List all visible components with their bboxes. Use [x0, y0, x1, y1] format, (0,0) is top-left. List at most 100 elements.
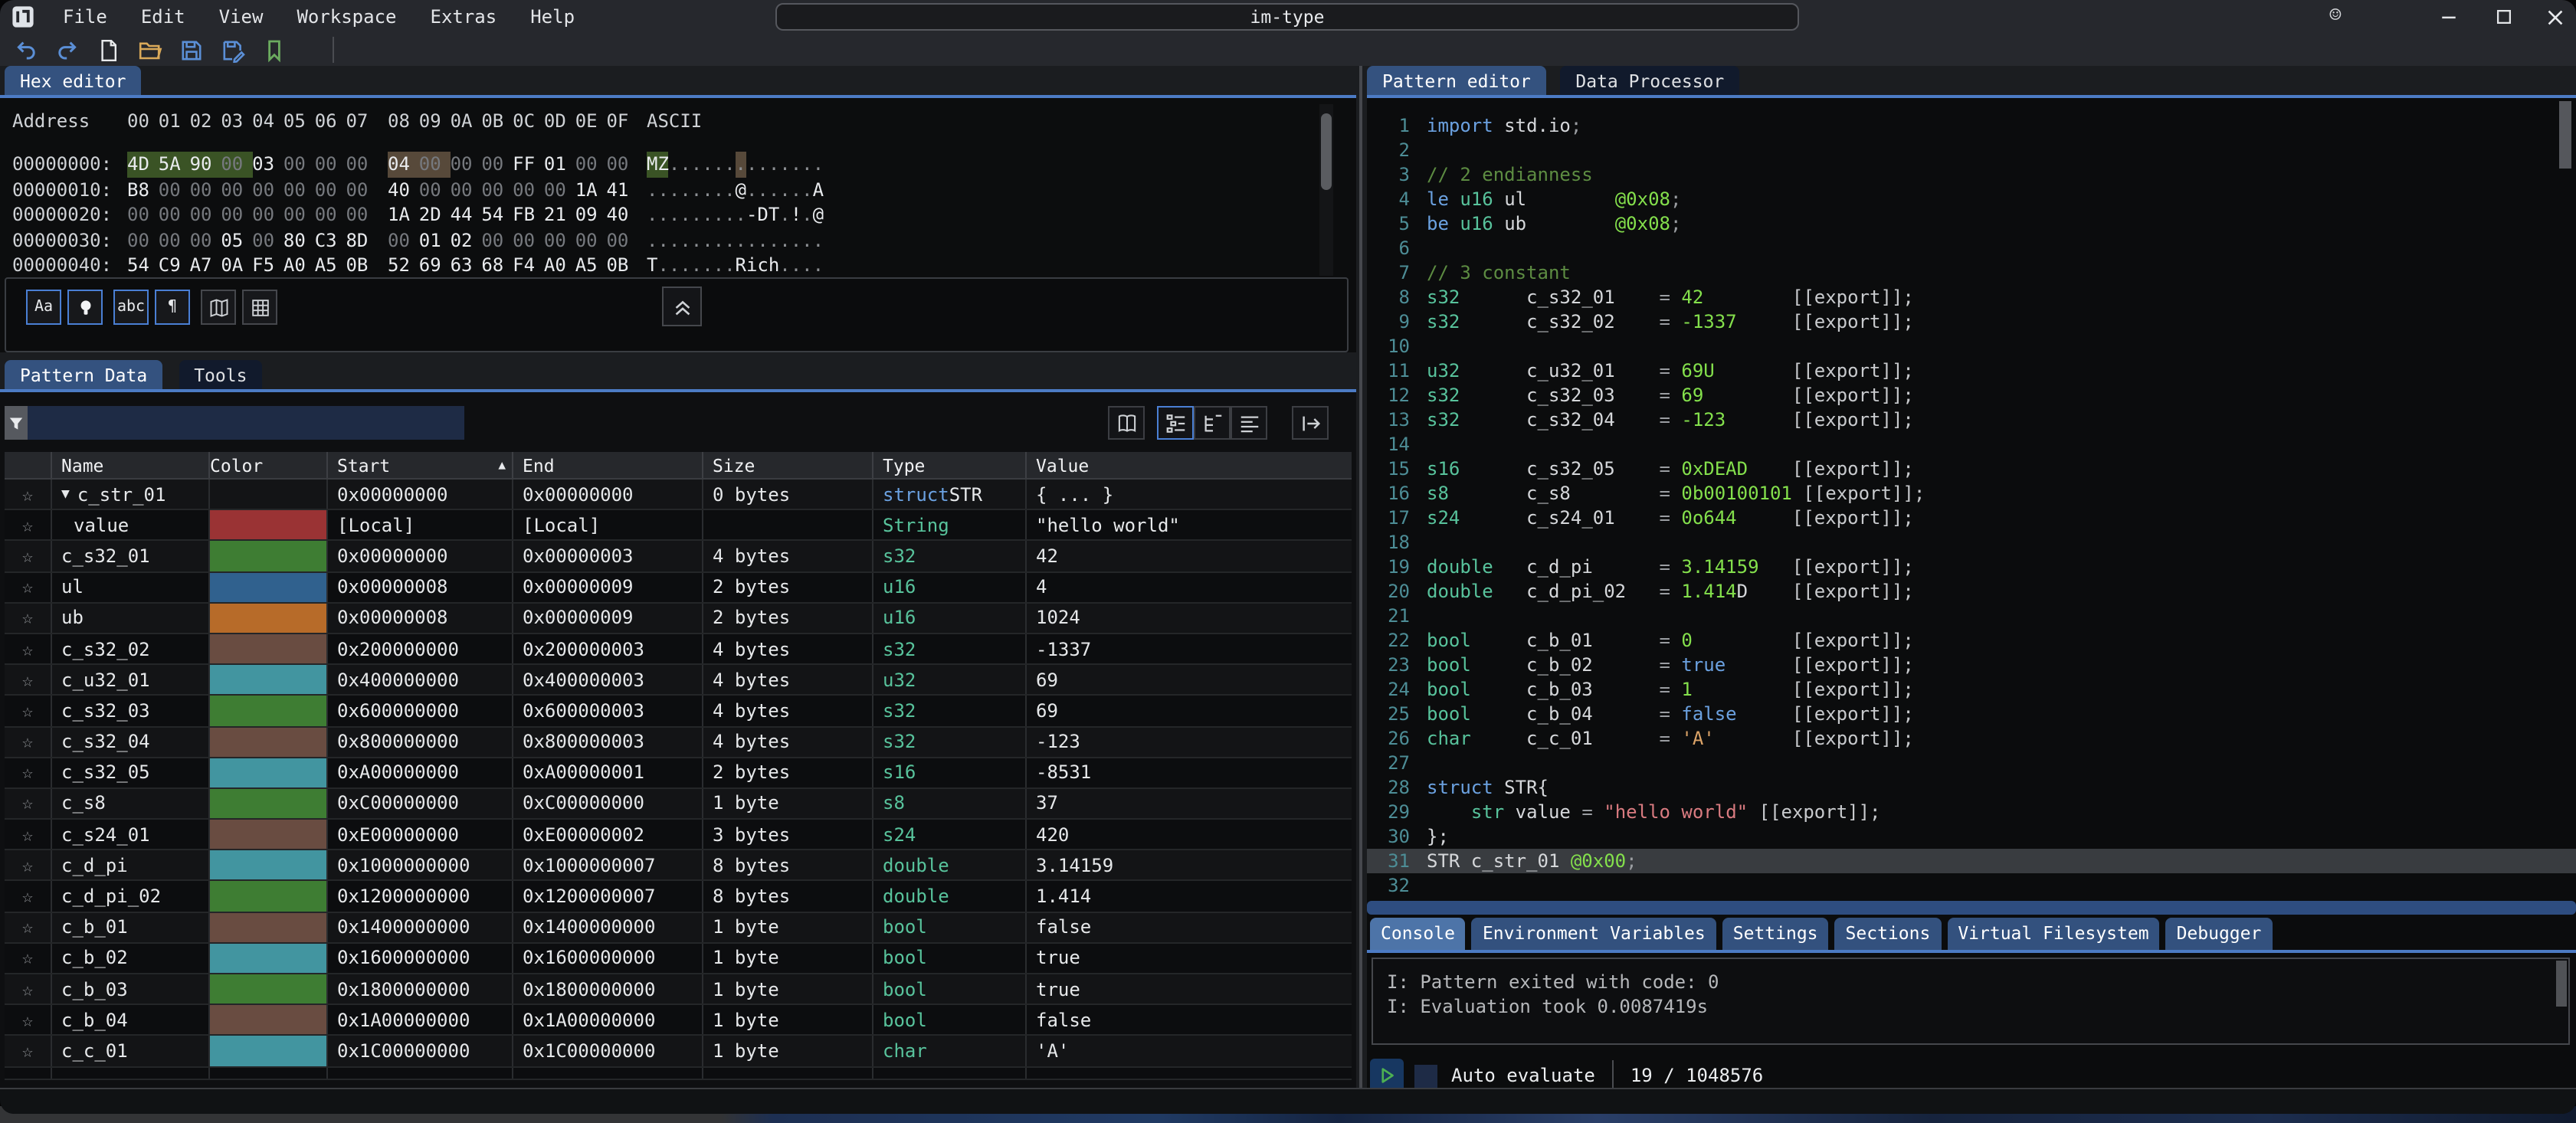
- ascii-char[interactable]: .: [680, 253, 690, 278]
- hex-byte[interactable]: 0B: [346, 253, 377, 278]
- ascii-char[interactable]: .: [702, 202, 713, 228]
- menu-view[interactable]: View: [202, 0, 280, 34]
- ascii-char[interactable]: .: [657, 177, 668, 202]
- table-row-c_s32_05[interactable]: ☆c_s32_050xA000000000xA000000012 bytess1…: [5, 758, 1352, 788]
- hex-byte[interactable]: 00: [315, 177, 346, 202]
- ascii-char[interactable]: .: [779, 228, 790, 253]
- code-line-11[interactable]: 11u32 c_u32_01 = 69U [[export]];: [1367, 359, 2576, 383]
- hex-byte[interactable]: 00: [283, 152, 315, 177]
- ascii-char[interactable]: .: [736, 202, 746, 228]
- hex-byte[interactable]: 63: [451, 253, 482, 278]
- ascii-char[interactable]: .: [647, 228, 657, 253]
- table-row-c_s32_03[interactable]: ☆c_s32_030x6000000000x6000000034 bytess3…: [5, 696, 1352, 727]
- filter-icon[interactable]: [5, 406, 28, 440]
- undo-button[interactable]: [12, 36, 40, 64]
- menu-extras[interactable]: Extras: [414, 0, 514, 34]
- bookmark-button[interactable]: [261, 36, 288, 64]
- code-line-17[interactable]: 17s24 c_s24_01 = 0o644 [[export]];: [1367, 506, 2576, 530]
- header-color[interactable]: Color: [208, 452, 326, 478]
- ascii-char[interactable]: .: [791, 177, 801, 202]
- hex-byte[interactable]: 00: [606, 152, 637, 177]
- table-row-c_d_pi_02[interactable]: ☆c_d_pi_020x12000000000x12000000078 byte…: [5, 882, 1352, 912]
- hex-byte[interactable]: F4: [513, 253, 544, 278]
- favorite-cell[interactable]: ☆: [5, 912, 51, 941]
- ascii-char[interactable]: .: [713, 228, 724, 253]
- ascii-char[interactable]: .: [669, 228, 680, 253]
- hex-byte[interactable]: 00: [252, 177, 283, 202]
- minimize-button[interactable]: [2435, 5, 2463, 29]
- table-row-c_s8[interactable]: ☆c_s80xC000000000xC000000001 bytes837: [5, 789, 1352, 820]
- favorite-cell[interactable]: ☆: [5, 1036, 51, 1066]
- hex-byte[interactable]: 00: [159, 177, 190, 202]
- star-icon[interactable]: ☆: [5, 1040, 51, 1062]
- ascii-char[interactable]: .: [691, 202, 702, 228]
- star-icon[interactable]: ☆: [5, 731, 51, 752]
- code-line-19[interactable]: 19double c_d_pi = 3.14159 [[export]];: [1367, 555, 2576, 579]
- header-name[interactable]: Name: [51, 452, 208, 478]
- code-line-27[interactable]: 27: [1367, 751, 2576, 775]
- code-line-9[interactable]: 9s32 c_s32_02 = -1337 [[export]];: [1367, 309, 2576, 334]
- ascii-char[interactable]: -: [746, 202, 757, 228]
- ascii-char[interactable]: .: [801, 253, 812, 278]
- save-as-button[interactable]: [219, 36, 247, 64]
- code-line-4[interactable]: 4le u16 ul @0x08;: [1367, 187, 2576, 211]
- hex-byte[interactable]: 00: [481, 177, 513, 202]
- table-row-ul[interactable]: ☆ul0x000000080x000000092 bytesu164: [5, 572, 1352, 603]
- star-icon[interactable]: ☆: [5, 607, 51, 629]
- hex-byte[interactable]: 40: [388, 177, 419, 202]
- table-row-c_s32_04[interactable]: ☆c_s32_040x8000000000x8000000034 bytess3…: [5, 727, 1352, 758]
- star-icon[interactable]: ☆: [5, 545, 51, 567]
- ascii-char[interactable]: .: [801, 152, 812, 177]
- ascii-char[interactable]: .: [813, 253, 824, 278]
- code-line-32[interactable]: 32: [1367, 873, 2576, 898]
- console-tab-debugger[interactable]: Debugger: [2166, 918, 2273, 950]
- ascii-char[interactable]: .: [769, 228, 779, 253]
- code-line-28[interactable]: 28struct STR{: [1367, 775, 2576, 800]
- ascii-char[interactable]: .: [769, 152, 779, 177]
- console-output-box[interactable]: I: Pattern exited with code: 0I: Evaluat…: [1372, 958, 2570, 1045]
- table-row-c_b_01[interactable]: ☆c_b_010x14000000000x14000000001 byteboo…: [5, 912, 1352, 943]
- hex-byte[interactable]: B8: [127, 177, 159, 202]
- code-line-21[interactable]: 21: [1367, 604, 2576, 628]
- hex-byte[interactable]: FB: [513, 202, 544, 228]
- hex-byte[interactable]: 8D: [346, 228, 377, 253]
- ascii-char[interactable]: A: [813, 177, 824, 202]
- hex-byte[interactable]: 00: [481, 228, 513, 253]
- code-line-5[interactable]: 5be u16 ub @0x08;: [1367, 211, 2576, 236]
- ascii-char[interactable]: .: [757, 152, 768, 177]
- hex-row[interactable]: 00000040:54C9A70AF5A0A50B52696368F4A0A50…: [0, 253, 1356, 278]
- ascii-char[interactable]: .: [647, 177, 657, 202]
- hex-byte[interactable]: 00: [190, 177, 221, 202]
- star-icon[interactable]: ☆: [5, 916, 51, 938]
- ascii-char[interactable]: .: [757, 177, 768, 202]
- ascii-char[interactable]: @: [813, 202, 824, 228]
- hex-view[interactable]: Address 0001020304050607 08090A0B0C0D0E0…: [0, 98, 1356, 277]
- hex-byte[interactable]: 52: [388, 253, 419, 278]
- hex-byte[interactable]: 04: [388, 152, 419, 177]
- hex-byte[interactable]: 80: [283, 228, 315, 253]
- code-line-6[interactable]: 6: [1367, 236, 2576, 260]
- hex-byte[interactable]: 00: [388, 228, 419, 253]
- hex-scrollbar-thumb[interactable]: [1321, 113, 1332, 190]
- menu-file[interactable]: File: [46, 0, 124, 34]
- hex-row[interactable]: 00000020:00000000000000001A2D4454FB21094…: [0, 202, 1356, 228]
- ascii-char[interactable]: .: [713, 253, 724, 278]
- hex-byte[interactable]: F5: [252, 253, 283, 278]
- menu-edit[interactable]: Edit: [124, 0, 202, 34]
- hex-byte[interactable]: 00: [513, 177, 544, 202]
- ascii-char[interactable]: .: [791, 152, 801, 177]
- table-row-c_b_02[interactable]: ☆c_b_020x16000000000x16000000001 byteboo…: [5, 944, 1352, 974]
- ascii-char[interactable]: D: [757, 202, 768, 228]
- ascii-char[interactable]: .: [669, 177, 680, 202]
- code-line-15[interactable]: 15s16 c_s32_05 = 0xDEAD [[export]];: [1367, 457, 2576, 481]
- favorite-cell[interactable]: ☆: [5, 944, 51, 973]
- favorite-cell[interactable]: ☆: [5, 510, 51, 539]
- code-line-26[interactable]: 26char c_c_01 = 'A' [[export]];: [1367, 726, 2576, 751]
- code-line-2[interactable]: 2: [1367, 138, 2576, 162]
- hex-byte[interactable]: A0: [283, 253, 315, 278]
- hex-byte[interactable]: 00: [221, 152, 252, 177]
- code-line-23[interactable]: 23bool c_b_02 = true [[export]];: [1367, 653, 2576, 677]
- code-line-18[interactable]: 18: [1367, 530, 2576, 555]
- code-line-7[interactable]: 7// 3 constant: [1367, 260, 2576, 285]
- star-icon[interactable]: ☆: [5, 855, 51, 876]
